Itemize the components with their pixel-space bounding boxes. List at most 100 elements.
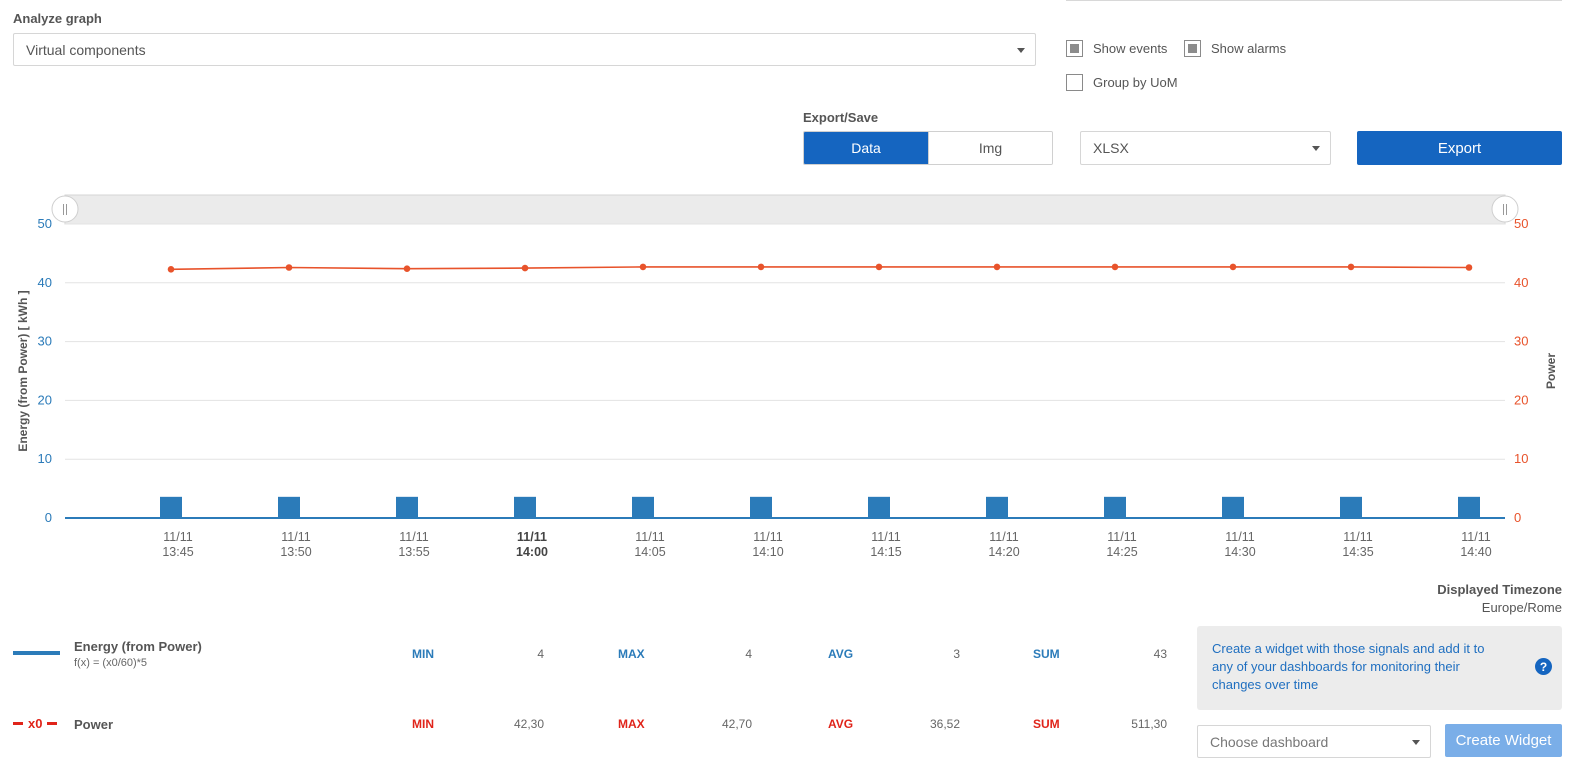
power-point[interactable] (1465, 264, 1473, 271)
energy-sum-label: SUM (1033, 647, 1060, 661)
energy-bar[interactable] (1458, 496, 1480, 518)
export-button[interactable]: Export (1357, 131, 1562, 165)
power-avg-label: AVG (828, 717, 854, 731)
power-max-value: 42,70 (721, 717, 752, 731)
energy-max-label: MAX (618, 647, 645, 661)
x-tick-time: 13:55 (398, 545, 429, 559)
x-tick-time: 14:00 (516, 545, 548, 559)
x-tick-date: 11/11 (517, 530, 547, 544)
power-min-label: MIN (412, 717, 434, 731)
x-tick-date: 11/11 (989, 530, 1018, 544)
energy-avg-label: AVG (828, 647, 854, 661)
range-handle-left[interactable] (51, 195, 79, 223)
power-point[interactable] (1229, 263, 1237, 271)
energy-bar[interactable] (278, 496, 300, 518)
legend-power-name: Power (74, 717, 114, 732)
energy-bar[interactable] (632, 496, 654, 518)
legend-power-dash-left (13, 722, 23, 725)
group-uom-checkbox[interactable] (1066, 74, 1083, 91)
mode-data-button[interactable]: Data (804, 132, 928, 164)
show-events-option[interactable]: Show events (1066, 40, 1167, 57)
power-point[interactable] (521, 264, 529, 272)
legend-power-prefix: x0 (28, 716, 43, 731)
energy-bar[interactable] (986, 496, 1008, 518)
energy-bar[interactable] (868, 496, 890, 518)
chevron-down-icon (1017, 47, 1025, 53)
y-tick-left: 50 (38, 216, 52, 231)
x-tick-time: 14:10 (752, 545, 783, 559)
power-line (170, 266, 1470, 271)
x-tick-date: 11/11 (1343, 530, 1372, 544)
component-select-value: Virtual components (26, 41, 146, 58)
legend-power-swatch: x0 (13, 716, 58, 731)
energy-bar[interactable] (750, 496, 772, 518)
x-tick-time: 14:25 (1106, 545, 1137, 559)
legend-energy-swatch (13, 651, 60, 655)
timezone-label: Displayed Timezone (1437, 582, 1562, 597)
component-select[interactable]: Virtual components (13, 33, 1036, 66)
timezone-value: Europe/Rome (1481, 600, 1562, 615)
power-point[interactable] (403, 265, 411, 272)
create-widget-panel: Create a widget with those signals and a… (1197, 626, 1562, 710)
show-events-checkbox[interactable] (1066, 40, 1083, 57)
energy-bar[interactable] (1222, 496, 1244, 518)
x-tick-date: 11/11 (753, 530, 782, 544)
y-tick-right: 20 (1514, 392, 1528, 407)
energy-min-label: MIN (412, 647, 434, 661)
dashboard-select-placeholder: Choose dashboard (1210, 733, 1329, 750)
y-tick-right: 30 (1514, 334, 1528, 349)
power-point[interactable] (875, 263, 883, 271)
create-widget-text: Create a widget with those signals and a… (1212, 641, 1485, 692)
show-alarms-option[interactable]: Show alarms (1184, 40, 1286, 57)
energy-min-value: 4 (537, 647, 544, 661)
x-tick-date: 11/11 (635, 530, 664, 544)
power-point[interactable] (1111, 263, 1119, 271)
power-point[interactable] (1347, 263, 1355, 271)
format-select[interactable]: XLSX (1080, 131, 1331, 165)
legend-energy-name: Energy (from Power) (74, 639, 202, 654)
chevron-down-icon (1312, 146, 1320, 151)
x-tick-time: 14:05 (634, 545, 665, 559)
group-uom-label: Group by UoM (1093, 75, 1178, 90)
format-select-value: XLSX (1093, 140, 1129, 156)
power-min-value: 42,30 (513, 717, 544, 731)
power-point[interactable] (639, 263, 647, 271)
x-tick-time: 13:50 (280, 545, 311, 559)
legend-power-dash-right (47, 722, 58, 725)
power-sum-label: SUM (1033, 717, 1060, 731)
x-tick-time: 14:15 (870, 545, 901, 559)
group-uom-option[interactable]: Group by UoM (1066, 74, 1178, 91)
x-tick-date: 11/11 (281, 530, 310, 544)
x-tick-date: 11/11 (1461, 530, 1490, 544)
help-icon[interactable]: ? (1535, 658, 1552, 675)
power-point[interactable] (757, 263, 765, 271)
y-tick-right: 50 (1514, 216, 1528, 231)
y-tick-left: 30 (38, 334, 52, 349)
export-save-label: Export/Save (803, 110, 879, 125)
power-point[interactable] (285, 264, 293, 271)
y-tick-left: 10 (38, 451, 52, 466)
x-tick-time: 14:40 (1460, 545, 1491, 559)
energy-bar[interactable] (396, 496, 418, 518)
x-tick-time: 14:30 (1224, 545, 1255, 559)
export-mode-toggle: Data Img (803, 131, 1053, 165)
create-widget-button[interactable]: Create Widget (1445, 724, 1562, 757)
y-axis-title-left: Energy (from Power) [ kWh ] (16, 290, 30, 451)
range-navigator[interactable] (64, 194, 1506, 225)
power-max-label: MAX (618, 717, 645, 731)
y-tick-left: 20 (38, 392, 52, 407)
energy-bar[interactable] (514, 496, 536, 518)
power-point[interactable] (993, 263, 1001, 271)
energy-power-chart: 0 0 10 10 20 20 30 30 40 40 50 50 Energy (from Power… (16, 194, 1558, 559)
show-alarms-checkbox[interactable] (1184, 40, 1201, 57)
energy-bar[interactable] (1340, 496, 1362, 518)
show-alarms-label: Show alarms (1211, 41, 1287, 56)
energy-bar[interactable] (160, 496, 182, 518)
energy-bar[interactable] (1104, 496, 1126, 518)
power-point[interactable] (167, 265, 175, 273)
mode-img-button[interactable]: Img (928, 132, 1052, 164)
x-tick-date: 11/11 (1225, 530, 1254, 544)
x-tick-date: 11/11 (163, 530, 192, 544)
legend-energy-formula: f(x) = (x0/60)*5 (74, 657, 148, 669)
dashboard-select[interactable]: Choose dashboard (1197, 725, 1431, 758)
